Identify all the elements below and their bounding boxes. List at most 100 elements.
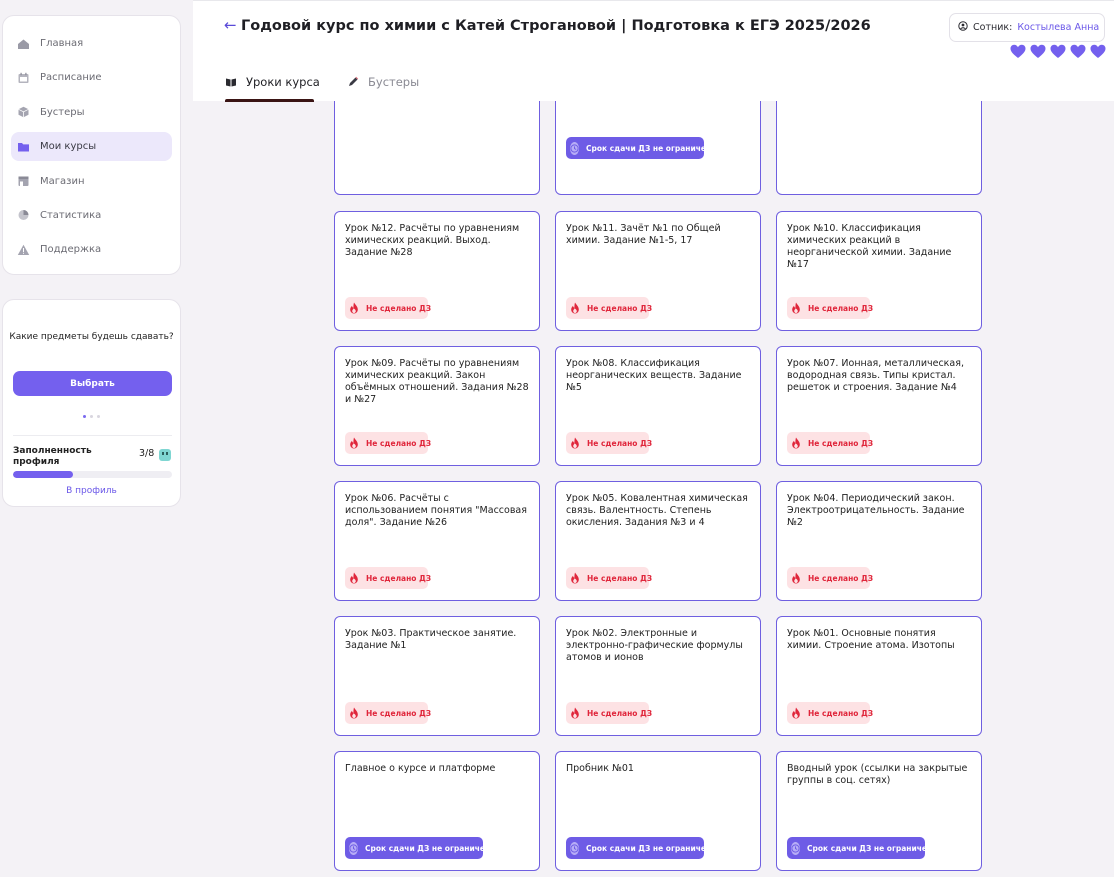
sidebar-item-label: Главная (40, 38, 84, 49)
sidebar-item-3[interactable]: Мои курсы (11, 132, 172, 162)
badge-label: Не сделано ДЗ (587, 303, 653, 313)
badge-label: Не сделано ДЗ (587, 573, 653, 583)
homework-status-badge: Не сделано ДЗ (566, 567, 653, 589)
flame-icon (570, 707, 580, 719)
lesson-card[interactable]: Урок №03. Практическое занятие. Задание … (334, 616, 540, 736)
lesson-title: Урок №04. Периодический закон. Электроот… (787, 493, 965, 528)
home-icon (17, 38, 30, 50)
badge-label: Не сделано ДЗ (366, 708, 432, 718)
sidebar-item-5[interactable]: Статистика (11, 201, 172, 230)
deadline-badge: Срок сдачи ДЗ не ограничен (566, 137, 711, 159)
badge-label: Не сделано ДЗ (366, 573, 432, 583)
badge-label: Срок сдачи ДЗ не ограничен (586, 143, 712, 153)
back-arrow-icon[interactable]: ← (224, 16, 237, 34)
divider (13, 435, 172, 436)
to-profile-link[interactable]: В профиль (3, 486, 180, 496)
lesson-card[interactable]: Срок сдачи ДЗ не ограничен (555, 101, 761, 195)
deadline-badge: Срок сдачи ДЗ не ограничен (566, 837, 711, 859)
sidebar-item-0[interactable]: Главная (11, 29, 172, 58)
badge-label: Не сделано ДЗ (366, 303, 432, 313)
cube-icon (17, 106, 30, 118)
lesson-card[interactable]: Вводный урок (ссылки на закрытые группы … (776, 751, 982, 871)
page-title: Годовой курс по химии с Катей Строганово… (241, 18, 871, 34)
lesson-card[interactable]: Урок №04. Периодический закон. Электроот… (776, 481, 982, 601)
lesson-card[interactable]: неорганических соединений (тривиальная и… (334, 101, 540, 195)
tab-boosters[interactable]: Бустеры (347, 75, 419, 89)
flame-icon (349, 707, 359, 719)
homework-status-badge: Не сделано ДЗ (787, 702, 873, 724)
clock-icon (570, 841, 579, 855)
flame-icon (349, 302, 359, 314)
profile-fill-count: 3/8 (139, 448, 155, 459)
flame-icon (791, 572, 801, 584)
homework-status-badge: Не сделано ДЗ (345, 432, 431, 454)
sidebar-item-label: Бустеры (40, 106, 85, 118)
badge-label: Не сделано ДЗ (808, 438, 874, 448)
smile-icon (159, 449, 171, 461)
sidebar-item-2[interactable]: Бустеры (11, 98, 172, 127)
active-tab-indicator (225, 99, 314, 102)
carousel-dot-2[interactable] (90, 415, 93, 418)
lesson-title: Урок №05. Ковалентная химическая связь. … (566, 493, 748, 528)
sidebar-item-4[interactable]: Магазин (11, 167, 172, 196)
heart-icon (1010, 44, 1026, 63)
lesson-card[interactable]: Урок №02. Электронные и электронно-графи… (555, 616, 761, 736)
choose-subjects-button[interactable]: Выбрать (13, 371, 172, 396)
lessons-grid: неорганических соединений (тривиальная и… (193, 101, 1114, 877)
lesson-card[interactable]: Урок №12. Расчёты по уравнениям химическ… (334, 211, 540, 331)
lesson-card[interactable]: Урок №08. Классификация неорганических в… (555, 346, 761, 466)
lesson-title: Урок №10. Классификация химических реакц… (787, 223, 952, 270)
lesson-card[interactable]: Урок №06. Расчёты с использованием понят… (334, 481, 540, 601)
deadline-badge: Срок сдачи ДЗ не ограничен (787, 837, 932, 859)
sidebar-item-6[interactable]: Поддержка (11, 235, 172, 264)
lesson-card[interactable]: Урок №10. Классификация химических реакц… (776, 211, 982, 331)
lesson-title: Главное о курсе и платформе (345, 763, 496, 774)
clock-icon (349, 841, 358, 855)
warning-icon (17, 244, 30, 256)
flame-icon (570, 437, 580, 449)
calendar-icon (17, 72, 30, 84)
lesson-card[interactable]: Пробник №01 Срок сдачи ДЗ не ограничен (555, 751, 761, 871)
badge-label: Не сделано ДЗ (808, 303, 874, 313)
pie-chart-icon (17, 209, 30, 221)
book-icon (225, 76, 237, 88)
badge-label: Не сделано ДЗ (587, 438, 653, 448)
sidebar-nav: Главная Расписание Бустеры Мои курсы Магазин… (2, 15, 181, 275)
lesson-card[interactable]: Урок №09. Расчёты по уравнениям химическ… (334, 346, 540, 466)
lives-hearts (1010, 44, 1106, 63)
heart-icon (1090, 44, 1106, 63)
homework-status-badge: Не сделано ДЗ (566, 432, 653, 454)
tab-lessons[interactable]: Уроки курса (225, 75, 320, 89)
flame-icon (349, 437, 359, 449)
mentor-name: Костылева Анна (1017, 22, 1100, 33)
carousel-dot-1[interactable] (83, 415, 86, 418)
mentor-badge[interactable]: Сотник: Костылева Анна (949, 13, 1105, 42)
badge-label: Срок сдачи ДЗ не ограничен (586, 843, 712, 853)
user-icon (958, 21, 968, 34)
lesson-card[interactable]: валентностей, степеней окисления и соста… (776, 101, 982, 195)
lesson-title: Урок №09. Расчёты по уравнениям химическ… (345, 358, 529, 405)
heart-icon (1070, 44, 1086, 63)
homework-status-badge: Не сделано ДЗ (787, 432, 874, 454)
sidebar-item-label: Поддержка (40, 244, 102, 256)
sidebar-item-1[interactable]: Расписание (11, 63, 172, 92)
flame-icon (791, 437, 801, 449)
lesson-title: Урок №12. Расчёты по уравнениям химическ… (345, 223, 520, 258)
lesson-card[interactable]: Урок №05. Ковалентная химическая связь. … (555, 481, 761, 601)
heart-icon (1030, 44, 1046, 63)
carousel-dot-3[interactable] (97, 415, 100, 418)
lesson-card[interactable]: Урок №01. Основные понятия химии. Строен… (776, 616, 982, 736)
lesson-title: Урок №02. Электронные и электронно-графи… (566, 628, 743, 663)
flame-icon (791, 707, 801, 719)
lesson-card[interactable]: Урок №07. Ионная, металлическая, водород… (776, 346, 982, 466)
lesson-card[interactable]: Урок №11. Зачёт №1 по Общей химии. Задан… (555, 211, 761, 331)
badge-label: Не сделано ДЗ (808, 573, 874, 583)
heart-icon (1050, 44, 1066, 63)
homework-status-badge: Не сделано ДЗ (345, 297, 432, 319)
lesson-title: Урок №03. Практическое занятие. Задание … (345, 628, 517, 651)
carousel-dots[interactable] (3, 415, 180, 418)
profile-progress-bar (13, 471, 172, 478)
flame-icon (570, 572, 580, 584)
lesson-card[interactable]: Главное о курсе и платформе Срок сдачи ДЗ… (334, 751, 540, 871)
sidebar-item-label: Статистика (40, 209, 102, 221)
